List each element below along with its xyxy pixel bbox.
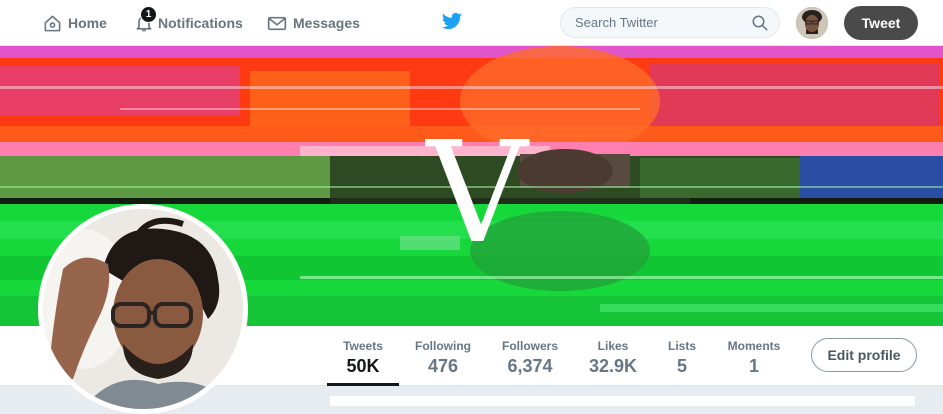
stat-lists-value: 5 [676,356,687,376]
stat-tweets[interactable]: Tweets 50K [327,326,399,386]
stat-tweets-value: 50K [346,356,380,376]
twitter-bird-icon[interactable] [441,12,463,32]
stat-following[interactable]: Following 476 [408,326,478,386]
account-avatar-image [796,7,828,39]
nav-notifications[interactable]: 1 Notifications [134,0,243,46]
timeline-card-edge [330,396,915,406]
stat-tweets-label: Tweets [343,339,383,353]
search-icon[interactable] [751,14,769,32]
stat-likes[interactable]: Likes 32.9K [583,326,643,386]
stat-moments[interactable]: Moments 1 [720,326,788,386]
banner-letter: V [426,112,528,275]
stat-moments-value: 1 [748,356,759,376]
envelope-icon [267,16,287,30]
search-box [560,7,780,38]
stat-moments-label: Moments [727,339,781,353]
edit-profile-button[interactable]: Edit profile [811,338,917,372]
stat-followers-value: 6,374 [507,356,553,376]
nav-home[interactable]: Home [43,0,107,46]
profile-photo [43,209,243,409]
search-input[interactable] [573,14,747,31]
stat-likes-value: 32.9K [588,356,638,376]
stat-lists-label: Lists [667,339,696,353]
nav-notifications-label: Notifications [158,15,243,31]
nav-home-label: Home [68,15,107,31]
profile-avatar[interactable] [38,204,248,414]
stat-likes-label: Likes [597,339,629,353]
nav-messages[interactable]: Messages [267,0,360,46]
stat-following-value: 476 [427,356,459,376]
stat-lists[interactable]: Lists 5 [660,326,704,386]
notification-count-badge: 1 [140,6,157,23]
stat-followers-label: Followers [501,339,558,353]
tweet-button[interactable]: Tweet [844,6,918,40]
account-avatar[interactable] [796,7,828,39]
stat-following-label: Following [415,339,471,353]
stat-followers[interactable]: Followers 6,374 [495,326,565,386]
nav-messages-label: Messages [293,15,360,31]
top-navigation-bar: Home 1 Notifications Messages Search Twi… [0,0,943,46]
home-icon [44,15,61,31]
